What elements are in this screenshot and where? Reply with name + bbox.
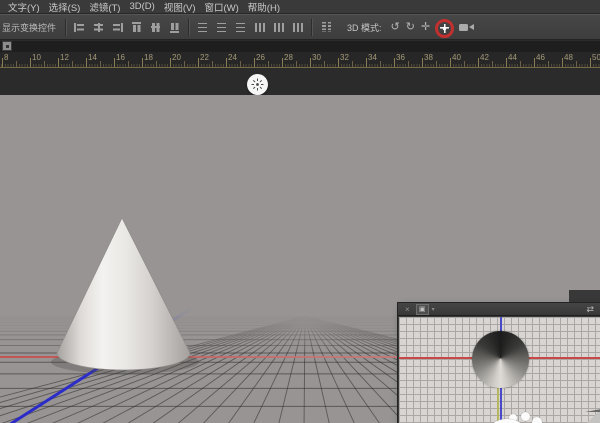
separator bbox=[311, 19, 312, 36]
align-right-edges-icon[interactable] bbox=[111, 21, 124, 34]
distribute-top-icon[interactable] bbox=[196, 21, 209, 34]
ruler-label: 32 bbox=[340, 53, 349, 62]
distribute-right-icon[interactable] bbox=[291, 21, 304, 34]
photoshop-window: 文字(Y) 选择(S) 滤镜(T) 3D(D) 视图(V) 窗口(W) 帮助(H… bbox=[0, 0, 600, 423]
3d-mode-label: 3D 模式: bbox=[337, 21, 388, 34]
ruler-label: 50 bbox=[592, 53, 600, 62]
y-axis-line bbox=[497, 387, 499, 423]
separator bbox=[188, 19, 189, 36]
ruler-label: 34 bbox=[368, 53, 377, 62]
resize-grip[interactable] bbox=[585, 409, 600, 423]
secondary-view-content[interactable] bbox=[399, 317, 600, 423]
cursor-dot bbox=[521, 412, 530, 421]
ruler-label: 46 bbox=[536, 53, 545, 62]
ruler-label: 44 bbox=[508, 53, 517, 62]
red-annotation-circle bbox=[435, 19, 454, 38]
align-left-edges-icon[interactable] bbox=[73, 21, 86, 34]
align-vertical-centers-icon[interactable] bbox=[149, 21, 162, 34]
view-select-arrow-icon[interactable]: ▾ bbox=[432, 306, 435, 313]
ruler-label: 12 bbox=[60, 53, 69, 62]
light-source-icon[interactable] bbox=[247, 74, 268, 95]
show-transform-controls-label[interactable]: 显示变换控件 bbox=[0, 21, 61, 34]
close-secondary-view-icon[interactable]: × bbox=[405, 305, 410, 314]
toolbar-gap-strip bbox=[0, 41, 600, 52]
menu-item-3d[interactable]: 3D(D) bbox=[129, 1, 154, 12]
reference-point-icon[interactable] bbox=[2, 41, 12, 51]
menu-item-view[interactable]: 视图(V) bbox=[164, 0, 196, 14]
auto-align-layers-icon[interactable] bbox=[319, 21, 334, 34]
ruler-label: 48 bbox=[564, 53, 573, 62]
menu-item-select[interactable]: 选择(S) bbox=[49, 0, 81, 14]
separator bbox=[65, 19, 66, 36]
pan-3d-camera-icon[interactable]: ✛ bbox=[421, 22, 430, 33]
ruler-label: 30 bbox=[312, 53, 321, 62]
document-canvas: × ▣ ▾ ⇄ bbox=[0, 69, 600, 423]
distribute-bottom-icon[interactable] bbox=[234, 21, 247, 34]
menu-item-type[interactable]: 文字(Y) bbox=[8, 0, 40, 14]
distribute-vertical-centers-icon[interactable] bbox=[215, 21, 228, 34]
cursor-dot bbox=[532, 417, 542, 423]
roll-3d-camera-icon[interactable]: ↻ bbox=[406, 22, 415, 33]
ruler-label: 8 bbox=[4, 53, 8, 62]
align-top-edges-icon[interactable] bbox=[130, 21, 143, 34]
ruler-label: 22 bbox=[200, 53, 209, 62]
dolly-3d-camera-icon[interactable] bbox=[459, 22, 475, 33]
menu-item-help[interactable]: 帮助(H) bbox=[248, 0, 280, 14]
slide-3d-camera-icon[interactable] bbox=[439, 23, 450, 34]
3d-viewport[interactable]: × ▣ ▾ ⇄ bbox=[0, 95, 600, 423]
secondary-view-window[interactable]: × ▣ ▾ ⇄ bbox=[398, 303, 600, 423]
camera-view-button-icon[interactable]: ▣ bbox=[416, 304, 429, 315]
horizontal-ruler[interactable]: 8 10 12 14 16 18 20 22 24 26 28 30 32 34… bbox=[0, 52, 600, 68]
orbit-3d-camera-icon[interactable]: ↺ bbox=[391, 22, 400, 33]
secondary-view-titlebar[interactable]: × ▣ ▾ ⇄ bbox=[398, 303, 600, 316]
ruler-label: 26 bbox=[256, 53, 265, 62]
ruler-label: 16 bbox=[116, 53, 125, 62]
menu-item-window[interactable]: 窗口(W) bbox=[205, 0, 239, 14]
cone-top-view bbox=[472, 331, 529, 388]
distribute-left-icon[interactable] bbox=[253, 21, 266, 34]
ruler-label: 42 bbox=[480, 53, 489, 62]
menu-item-filter[interactable]: 滤镜(T) bbox=[89, 0, 120, 14]
options-bar: 显示变换控件 3D 模式: ↺ ↻ ✛ bbox=[0, 14, 600, 40]
ruler-label: 36 bbox=[396, 53, 405, 62]
ruler-label: 28 bbox=[284, 53, 293, 62]
distribute-horizontal-centers-icon[interactable] bbox=[272, 21, 285, 34]
ruler-label: 38 bbox=[424, 53, 433, 62]
ruler-label: 14 bbox=[88, 53, 97, 62]
ruler-label: 18 bbox=[144, 53, 153, 62]
ruler-label: 10 bbox=[32, 53, 41, 62]
panel-edge bbox=[569, 290, 600, 304]
menu-bar: 文字(Y) 选择(S) 滤镜(T) 3D(D) 视图(V) 窗口(W) 帮助(H… bbox=[0, 0, 600, 14]
3d-cone-object[interactable] bbox=[45, 212, 205, 387]
align-horizontal-centers-icon[interactable] bbox=[92, 21, 105, 34]
ruler-label: 24 bbox=[228, 53, 237, 62]
swap-main-secondary-icon[interactable]: ⇄ bbox=[586, 304, 594, 315]
align-bottom-edges-icon[interactable] bbox=[168, 21, 181, 34]
ruler-label: 40 bbox=[452, 53, 461, 62]
ruler-label: 20 bbox=[172, 53, 181, 62]
